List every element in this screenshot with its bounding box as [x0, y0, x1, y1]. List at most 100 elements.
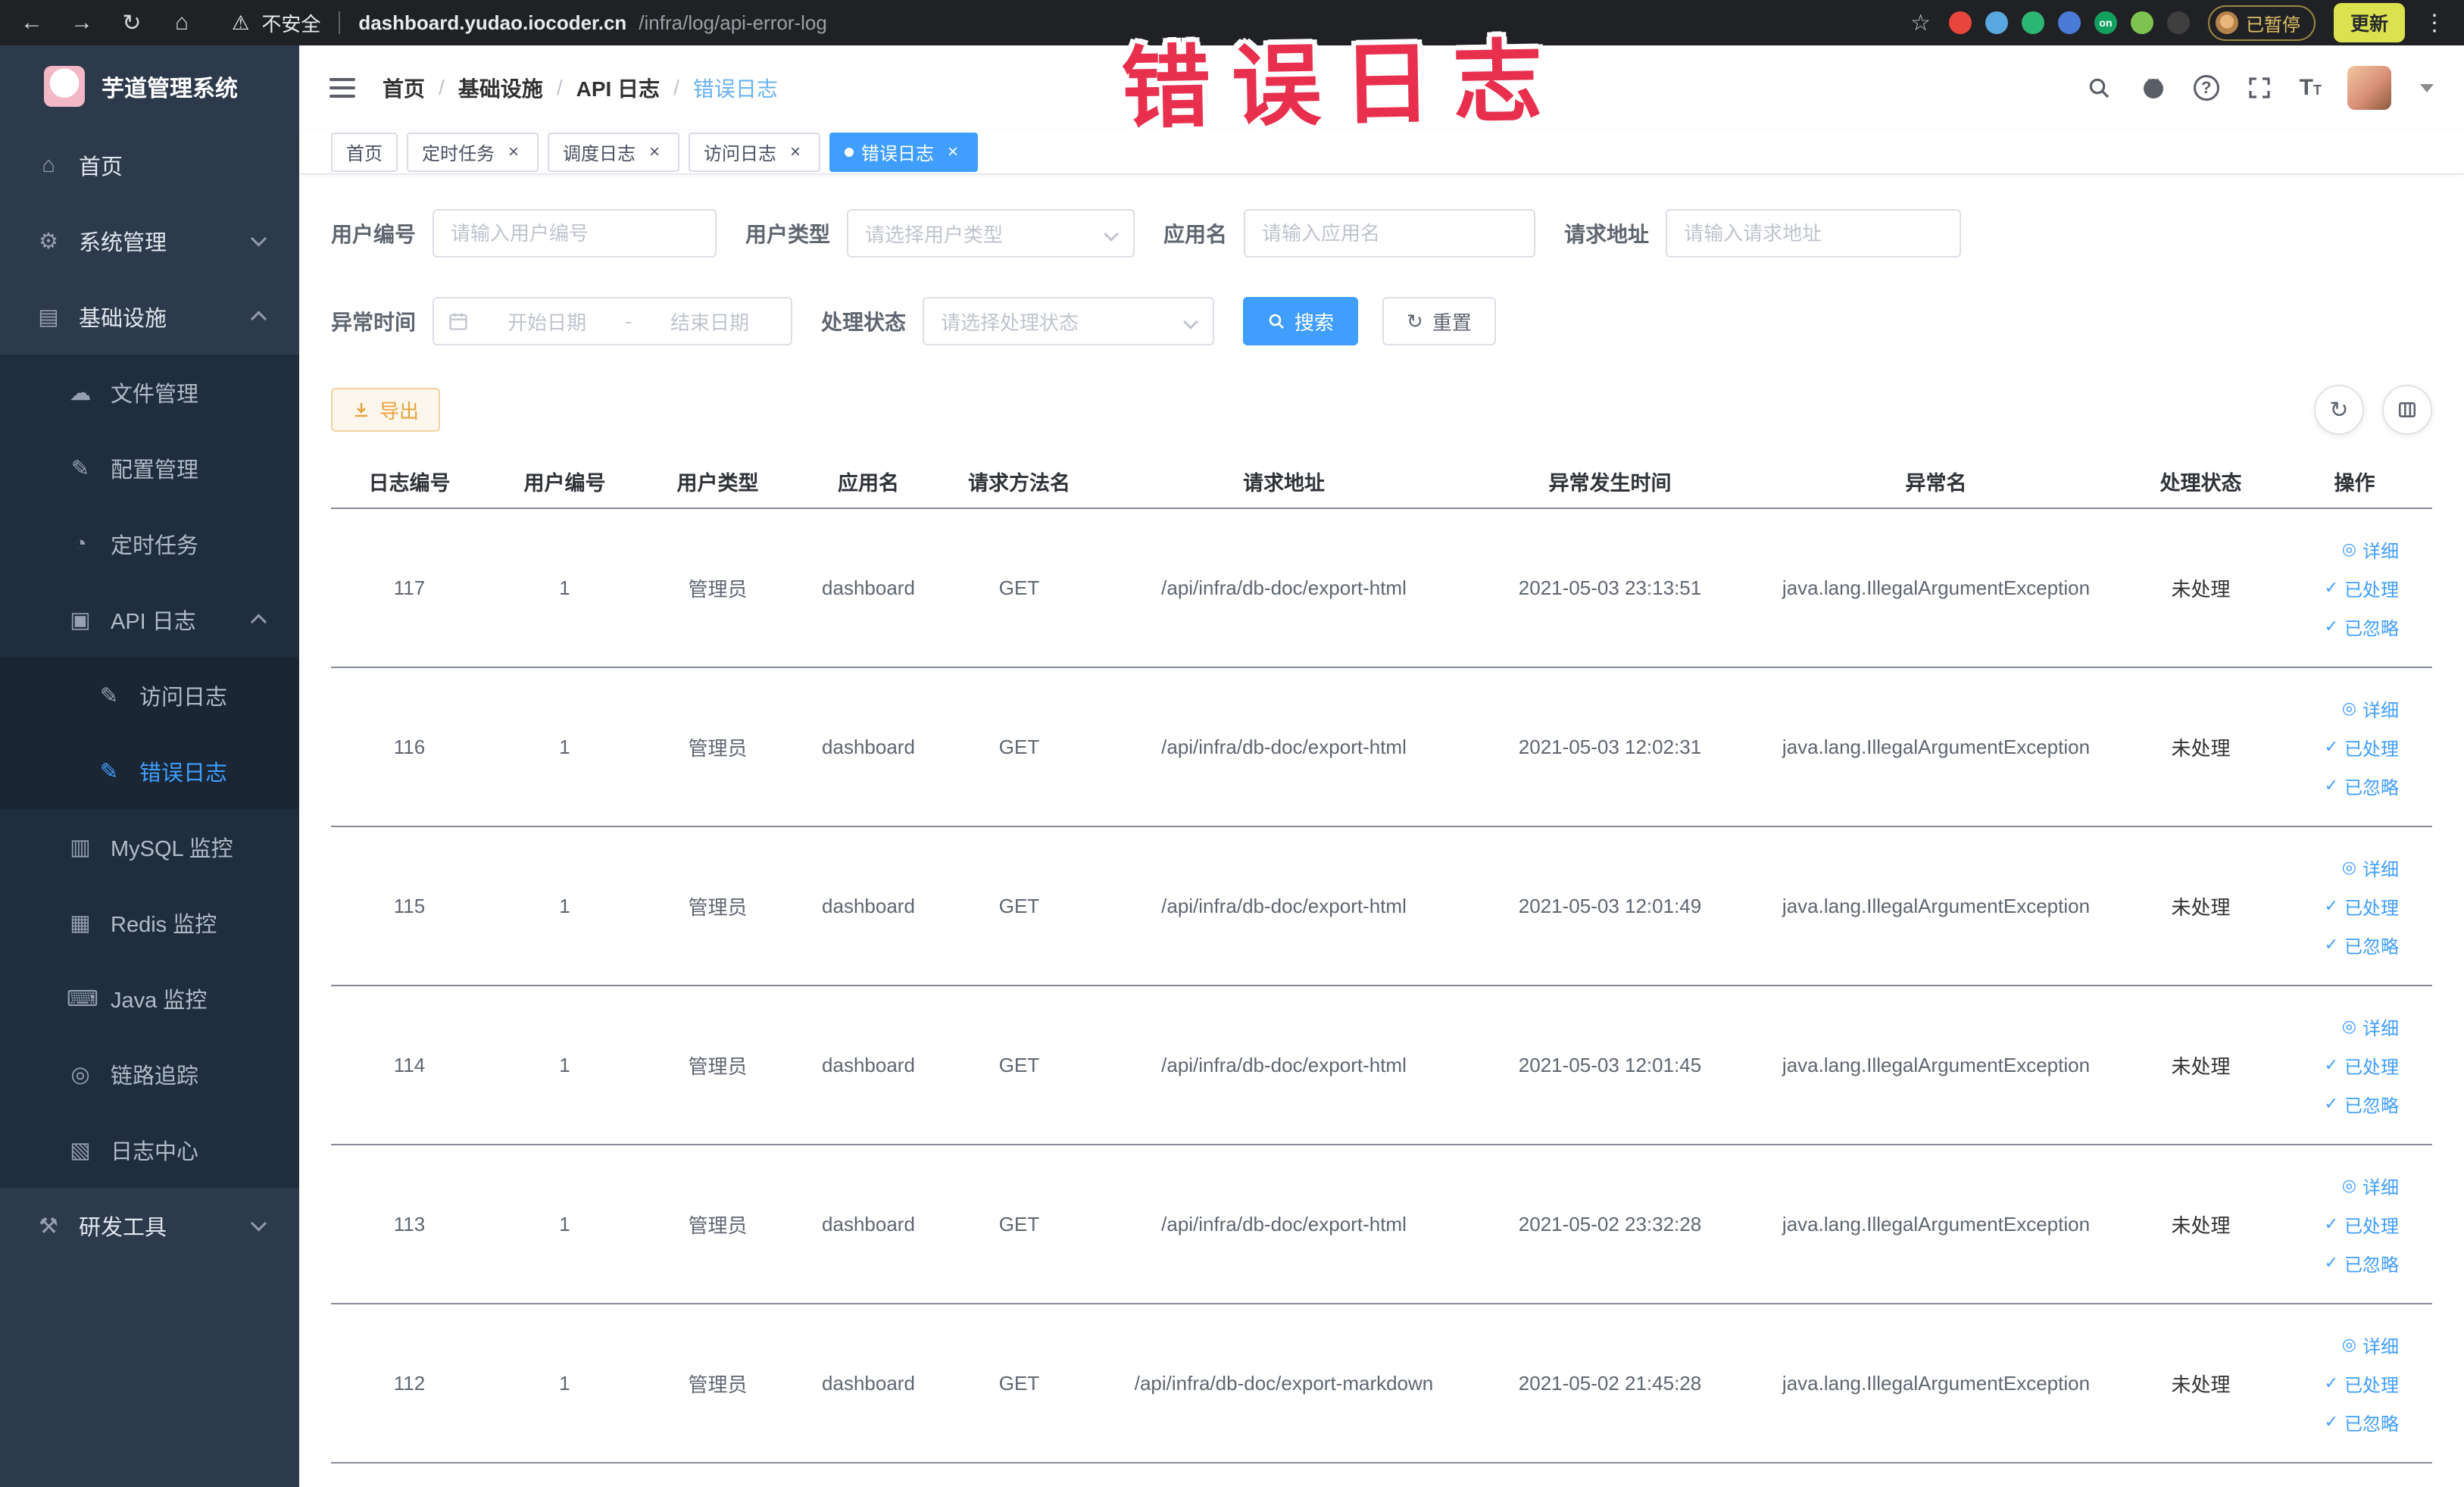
browser-reload-icon[interactable] — [118, 10, 145, 36]
reset-button[interactable]: 重置 — [1382, 297, 1496, 345]
address-bar[interactable]: 不安全 dashboard.yudao.iocoder.cn/infra/log… — [232, 9, 827, 37]
breadcrumb-item[interactable]: 首页 — [383, 73, 425, 103]
browser-menu-icon[interactable] — [2423, 10, 2446, 36]
detail-link[interactable]: ◎ 详细 — [2342, 695, 2399, 722]
mark-processed-link[interactable]: ✓ 已处理 — [2325, 1211, 2399, 1238]
detail-link[interactable]: ◎ 详细 — [2342, 536, 2399, 563]
sidebar-item-infra[interactable]: 基础设施 — [0, 279, 299, 355]
detail-link[interactable]: ◎ 详细 — [2342, 1332, 2399, 1358]
paused-badge[interactable]: 已暂停 — [2207, 5, 2316, 41]
mark-ignored-link[interactable]: ✓ 已忽略 — [2325, 1250, 2399, 1276]
extension-icon[interactable] — [2057, 11, 2081, 34]
breadcrumb-item[interactable]: 基础设施 — [458, 73, 543, 103]
sidebar-item-system[interactable]: 系统管理 — [0, 203, 299, 279]
cell-method: GET — [943, 1145, 1095, 1304]
extension-icon[interactable] — [2021, 11, 2044, 34]
user-id-input[interactable] — [433, 209, 717, 258]
cell-status: 未处理 — [2125, 986, 2277, 1145]
tab-dispatch-log[interactable]: 调度日志 — [548, 132, 679, 172]
refresh-button[interactable] — [2314, 385, 2364, 435]
app-logo[interactable]: 芋道管理系统 — [0, 45, 299, 127]
tab-home[interactable]: 首页 — [331, 132, 398, 172]
detail-link[interactable]: ◎ 详细 — [2342, 1173, 2399, 1199]
bookmark-star-icon[interactable] — [1910, 10, 1931, 36]
browser-back-icon[interactable] — [18, 10, 45, 36]
mark-ignored-link[interactable]: ✓ 已忽略 — [2325, 1091, 2399, 1117]
close-icon[interactable] — [504, 142, 523, 162]
sidebar-toggle-icon[interactable] — [329, 78, 355, 98]
fullscreen-icon[interactable] — [2245, 73, 2274, 102]
mark-ignored-link[interactable]: ✓ 已忽略 — [2325, 614, 2399, 640]
mark-ignored-link[interactable]: ✓ 已忽略 — [2325, 773, 2399, 799]
check-icon: ✓ — [2324, 578, 2338, 597]
sidebar-item-home[interactable]: 首页 — [0, 127, 299, 203]
mark-processed-link[interactable]: ✓ 已处理 — [2325, 1370, 2399, 1397]
paused-badge-label: 已暂停 — [2245, 14, 2300, 36]
browser-update-button[interactable]: 更新 — [2333, 3, 2405, 42]
browser-home-icon[interactable] — [168, 10, 195, 36]
mark-processed-link[interactable]: ✓ 已处理 — [2325, 1052, 2399, 1079]
request-url-input[interactable] — [1666, 209, 1962, 258]
action-label: 已处理 — [2344, 579, 2399, 601]
sidebar-item-api-log[interactable]: API 日志 — [0, 582, 299, 658]
cell-actions: ◎ 详细 ✓ 已处理 ✓ 已忽略 — [2277, 1145, 2432, 1304]
help-icon[interactable] — [2193, 75, 2219, 101]
sidebar-item-trace[interactable]: 链路追踪 — [0, 1036, 299, 1112]
detail-link[interactable]: ◎ 详细 — [2342, 854, 2399, 881]
user-id-label: 用户编号 — [331, 223, 417, 246]
export-button[interactable]: 导出 — [331, 388, 441, 432]
exception-time-range-picker[interactable]: 开始日期 - 结束日期 — [433, 297, 793, 345]
app-name-input[interactable] — [1244, 209, 1536, 258]
cell-request-url: /api/infra/db-doc/export-html — [1095, 667, 1472, 827]
cell-log-id: 116 — [331, 667, 488, 827]
cell-exception-time: 2021-05-03 23:13:51 — [1472, 508, 1747, 668]
avatar-caret-icon[interactable] — [2420, 83, 2434, 92]
detail-link[interactable]: ◎ 详细 — [2342, 1014, 2399, 1040]
mark-processed-link[interactable]: ✓ 已处理 — [2325, 893, 2399, 920]
column-settings-button[interactable] — [2382, 385, 2432, 435]
cell-status: 未处理 — [2125, 1304, 2277, 1464]
extension-icon[interactable] — [1985, 11, 2008, 34]
cell-exception-time: 2021-05-03 12:01:49 — [1472, 826, 1747, 986]
sidebar-item-mysql-monitor[interactable]: MySQL 监控 — [0, 809, 299, 885]
cell-log-id: 114 — [331, 986, 488, 1145]
mark-processed-link[interactable]: ✓ 已处理 — [2325, 575, 2399, 601]
sidebar-item-error-log[interactable]: 错误日志 — [0, 733, 299, 809]
mark-ignored-link[interactable]: ✓ 已忽略 — [2325, 1409, 2399, 1435]
sidebar-item-java-monitor[interactable]: Java 监控 — [0, 961, 299, 1036]
download-icon — [352, 401, 370, 419]
extension-icon[interactable] — [2166, 11, 2190, 34]
sidebar-item-dev-tools[interactable]: 研发工具 — [0, 1188, 299, 1264]
tab-scheduled-job[interactable]: 定时任务 — [407, 132, 539, 172]
sidebar-item-redis-monitor[interactable]: Redis 监控 — [0, 885, 299, 961]
sidebar-item-config-manage[interactable]: 配置管理 — [0, 430, 299, 506]
check-icon: ✓ — [2324, 1373, 2338, 1392]
search-button[interactable]: 搜索 — [1243, 297, 1359, 345]
extension-icon[interactable] — [1948, 11, 1972, 34]
browser-forward-icon[interactable] — [68, 10, 95, 36]
user-type-select[interactable]: 请选择用户类型 — [847, 209, 1135, 258]
sidebar-item-file-manage[interactable]: 文件管理 — [0, 355, 299, 430]
sidebar-item-scheduled-job[interactable]: 定时任务 — [0, 506, 299, 582]
sidebar-item-log-center[interactable]: 日志中心 — [0, 1112, 299, 1188]
breadcrumb-item[interactable]: API 日志 — [576, 73, 660, 103]
action-label: 已忽略 — [2344, 618, 2399, 639]
close-icon[interactable] — [645, 142, 664, 162]
sidebar-item-access-log[interactable]: 访问日志 — [0, 658, 299, 733]
tab-access-log[interactable]: 访问日志 — [689, 132, 820, 172]
close-icon[interactable] — [943, 142, 963, 162]
font-size-icon[interactable] — [2300, 75, 2322, 101]
cell-status: 未处理 — [2125, 826, 2277, 986]
user-avatar[interactable] — [2347, 66, 2391, 110]
search-icon[interactable] — [2085, 73, 2113, 102]
breadcrumb-separator: / — [673, 76, 679, 99]
mark-ignored-link[interactable]: ✓ 已忽略 — [2325, 932, 2399, 958]
close-icon[interactable] — [785, 142, 805, 162]
action-label: 详细 — [2363, 1336, 2399, 1357]
extension-icon[interactable]: on — [2094, 11, 2117, 34]
process-status-select[interactable]: 请选择处理状态 — [923, 297, 1215, 345]
extension-icon[interactable] — [2130, 11, 2153, 34]
tab-error-log[interactable]: 错误日志 — [829, 132, 978, 172]
github-icon[interactable] — [2139, 73, 2168, 102]
mark-processed-link[interactable]: ✓ 已处理 — [2325, 734, 2399, 761]
